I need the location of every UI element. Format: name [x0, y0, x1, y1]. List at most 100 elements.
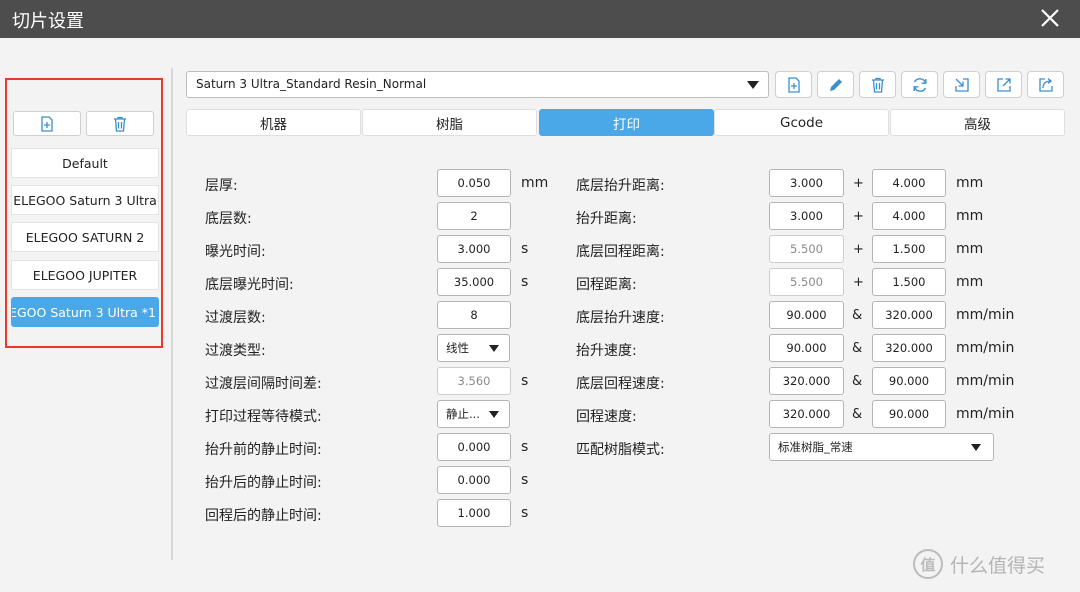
operator-symbol: &: [852, 407, 863, 422]
new-preset-button[interactable]: [775, 71, 812, 98]
transition-layers-input[interactable]: 8: [437, 301, 511, 329]
window-title: 切片设置: [12, 11, 84, 32]
setting-unit: mm: [956, 175, 984, 191]
select-value: 静止...: [446, 407, 480, 421]
operator-symbol: +: [853, 275, 864, 290]
setting-unit: mm/min: [956, 340, 1015, 356]
tab-machine[interactable]: 机器: [186, 109, 361, 136]
setting-label: 过渡类型:: [205, 343, 266, 359]
transition-interval-input[interactable]: 3.560: [437, 367, 511, 395]
printer-item-saturn3-ultra-copy[interactable]: ELEGOO Saturn 3 Ultra *1: [11, 297, 159, 327]
bottom-retract-speed-input-2[interactable]: 90.000: [872, 367, 946, 395]
lift-speed-input-2[interactable]: 320.000: [872, 334, 946, 362]
bottom-lift-speed-input-2[interactable]: 320.000: [872, 301, 946, 329]
bottom-retract-speed-input-1[interactable]: 320.000: [769, 367, 844, 395]
chevron-down-icon: [489, 345, 499, 352]
import-preset-button[interactable]: [943, 71, 980, 98]
export-preset-button[interactable]: [985, 71, 1022, 98]
printer-item-label: ELEGOO Saturn 3 Ultra: [13, 192, 157, 208]
lift-distance-input-1[interactable]: 3.000: [769, 202, 844, 230]
operator-symbol: +: [853, 209, 864, 224]
rest-after-retract-input[interactable]: 1.000: [437, 499, 511, 527]
delete-preset-button[interactable]: [859, 71, 896, 98]
printer-item-label: ELEGOO Saturn 3 Ultra *1: [12, 304, 156, 320]
bottom-retract-distance-input-2[interactable]: 1.500: [872, 235, 946, 263]
wait-mode-select[interactable]: 静止...: [437, 400, 510, 428]
tab-label: 机器: [260, 116, 287, 133]
watermark: 值 什么值得买: [913, 549, 1045, 579]
preset-value: Saturn 3 Ultra_Standard Resin_Normal: [196, 77, 427, 91]
tab-advanced[interactable]: 高级: [890, 109, 1065, 136]
bottom-layers-input[interactable]: 2: [437, 202, 511, 230]
retract-distance-input-1[interactable]: 5.500: [769, 268, 844, 296]
setting-label: 过渡层间隔时间差:: [205, 376, 322, 392]
printer-item-label: ELEGOO JUPITER: [32, 267, 138, 283]
bottom-exposure-time-input[interactable]: 35.000: [437, 268, 511, 296]
lift-distance-input-2[interactable]: 4.000: [872, 202, 946, 230]
tab-resin[interactable]: 树脂: [362, 109, 537, 136]
setting-unit: mm/min: [956, 373, 1015, 389]
import-icon: [954, 77, 969, 92]
add-file-icon: [41, 115, 53, 132]
retract-speed-input-1[interactable]: 320.000: [769, 400, 844, 428]
exposure-time-input[interactable]: 3.000: [437, 235, 511, 263]
setting-label: 曝光时间:: [205, 244, 266, 260]
bottom-retract-distance-input-1[interactable]: 5.500: [769, 235, 844, 263]
rest-after-lift-input[interactable]: 0.000: [437, 466, 511, 494]
printer-item-saturn2[interactable]: ELEGOO SATURN 2: [11, 222, 159, 252]
layer-height-input[interactable]: 0.050: [437, 169, 511, 197]
chevron-down-icon: [489, 411, 499, 418]
rest-before-lift-input[interactable]: 0.000: [437, 433, 511, 461]
setting-unit: mm: [956, 274, 984, 290]
bottom-lift-distance-input-1[interactable]: 3.000: [769, 169, 844, 197]
setting-unit: s: [521, 472, 529, 488]
export-icon: [996, 77, 1011, 92]
tab-label: 打印: [613, 116, 640, 133]
edit-icon: [829, 78, 842, 91]
add-printer-button[interactable]: [13, 111, 81, 136]
bottom-lift-distance-input-2[interactable]: 4.000: [872, 169, 946, 197]
operator-symbol: &: [852, 374, 863, 389]
operator-symbol: &: [852, 341, 863, 356]
setting-label: 抬升速度:: [576, 343, 637, 359]
title-bar: 切片设置: [0, 0, 1080, 38]
chevron-down-icon: [747, 81, 759, 89]
tab-gcode[interactable]: Gcode: [714, 109, 889, 136]
tab-label: 树脂: [436, 116, 463, 133]
setting-label: 过渡层数:: [205, 310, 266, 326]
bottom-lift-speed-input-1[interactable]: 90.000: [769, 301, 844, 329]
setting-unit: mm/min: [956, 406, 1015, 422]
edit-preset-button[interactable]: [817, 71, 854, 98]
preset-select[interactable]: Saturn 3 Ultra_Standard Resin_Normal: [186, 71, 769, 98]
resin-mode-select[interactable]: 标准树脂_常速: [769, 433, 994, 461]
delete-printer-button[interactable]: [86, 111, 154, 136]
printer-list-panel: Default ELEGOO Saturn 3 Ultra ELEGOO SAT…: [5, 78, 163, 348]
share-icon: [1038, 77, 1053, 92]
setting-label: 匹配树脂模式:: [576, 442, 665, 458]
printer-item-jupiter[interactable]: ELEGOO JUPITER: [11, 260, 159, 290]
tab-print[interactable]: 打印: [539, 109, 714, 136]
share-preset-button[interactable]: [1027, 71, 1064, 98]
retract-speed-input-2[interactable]: 90.000: [872, 400, 946, 428]
trash-icon: [871, 77, 884, 93]
watermark-text: 什么值得买: [950, 554, 1046, 577]
lift-speed-input-1[interactable]: 90.000: [769, 334, 844, 362]
setting-label: 回程速度:: [576, 409, 637, 425]
setting-label: 底层抬升速度:: [576, 310, 665, 326]
setting-label: 打印过程等待模式:: [205, 409, 322, 425]
transition-type-select[interactable]: 线性: [437, 334, 510, 362]
select-value: 标准树脂_常速: [778, 440, 853, 454]
setting-label: 抬升后的静止时间:: [205, 475, 322, 491]
setting-label: 底层数:: [205, 211, 252, 227]
add-file-icon: [787, 76, 800, 93]
retract-distance-input-2[interactable]: 1.500: [872, 268, 946, 296]
reset-preset-button[interactable]: [901, 71, 938, 98]
setting-label: 底层回程速度:: [576, 376, 665, 392]
printer-item-saturn3-ultra[interactable]: ELEGOO Saturn 3 Ultra: [11, 185, 159, 215]
operator-symbol: +: [853, 176, 864, 191]
chevron-down-icon: [971, 444, 981, 451]
close-button[interactable]: [1036, 4, 1064, 32]
setting-unit: s: [521, 505, 529, 521]
setting-unit: s: [521, 274, 529, 290]
printer-item-default[interactable]: Default: [11, 148, 159, 178]
